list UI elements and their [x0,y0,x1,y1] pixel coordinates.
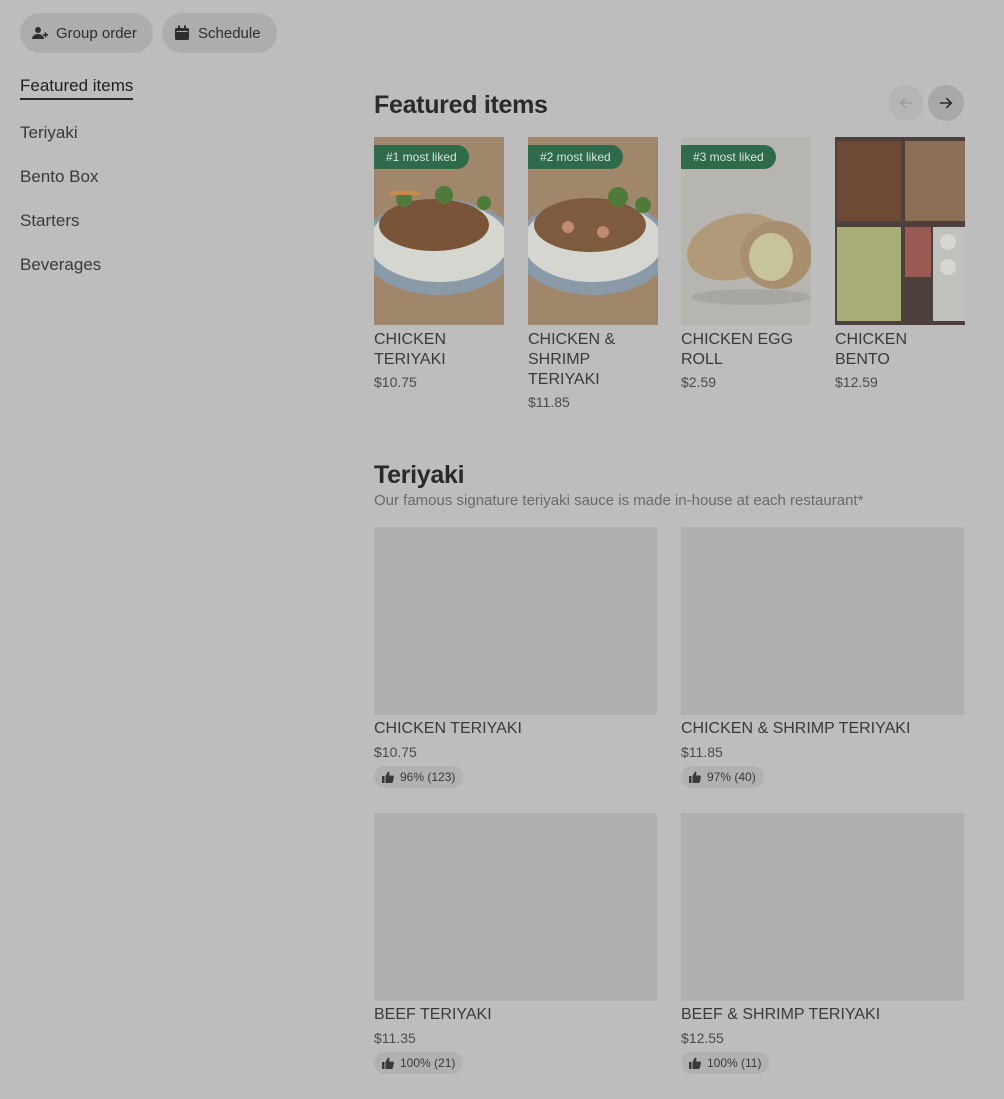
item-price: $11.85 [528,394,570,410]
bento-box-image [835,137,965,325]
sidebar-item-featured[interactable]: Featured items [20,76,134,100]
teriyaki-subtitle: Our famous signature teriyaki sauce is m… [374,492,864,509]
item-price: $2.59 [681,374,717,390]
item-name: CHICKEN EGG ROLL [681,331,794,368]
featured-item-card[interactable]: #1 most liked CHICKEN TERIYAKI $10.75 [374,137,504,390]
arrow-left-icon [899,97,912,109]
item-price: $11.85 [681,744,723,760]
item-price: $10.75 [374,374,417,390]
add-person-icon [32,27,48,39]
group-order-label: Group order [56,24,137,42]
featured-item-card[interactable]: CHICKEN BENTO $12.59 [835,137,965,390]
item-name: CHICKEN & SHRIMP TERIYAKI [681,720,911,737]
most-liked-badge: #1 most liked [374,145,469,169]
item-name: CHICKEN TERIYAKI [374,331,447,368]
featured-item-card[interactable]: #2 most liked CHICKEN & SHRIMP TERIYAKI … [528,137,658,410]
item-price: $10.75 [374,744,417,760]
item-image-placeholder [681,813,964,1001]
menu-item-card[interactable]: BEEF TERIYAKI $11.35 100% (21) [374,813,657,1074]
food-image: #3 most liked [681,137,811,325]
most-liked-badge: #3 most liked [681,145,776,169]
carousel-next-button[interactable] [928,85,964,121]
rating-badge: 100% (21) [374,1052,464,1074]
item-name: CHICKEN & SHRIMP TERIYAKI [528,331,616,388]
sidebar-item-bento-box[interactable]: Bento Box [20,167,98,187]
sidebar-item-beverages[interactable]: Beverages [20,255,101,275]
food-image: #1 most liked [374,137,504,325]
rating-badge: 100% (11) [681,1052,770,1074]
item-price: $11.35 [374,1030,416,1046]
menu-item-card[interactable]: BEEF & SHRIMP TERIYAKI $12.55 100% (11) [681,813,964,1074]
rating-text: 96% (123) [400,770,456,784]
item-image-placeholder [681,527,964,715]
item-image-placeholder [374,527,657,715]
thumbs-up-icon [689,771,701,783]
item-name: BEEF TERIYAKI [374,1006,492,1023]
schedule-label: Schedule [198,24,261,42]
rating-badge: 97% (40) [681,766,764,788]
featured-title: Featured items [374,91,548,119]
food-image [835,137,965,325]
rating-text: 100% (21) [400,1056,456,1070]
calendar-icon [175,25,189,40]
item-name: CHICKEN TERIYAKI [374,720,522,737]
thumbs-up-icon [689,1057,701,1069]
sidebar-item-teriyaki[interactable]: Teriyaki [20,123,78,143]
item-price: $12.55 [681,1030,724,1046]
most-liked-badge: #2 most liked [528,145,623,169]
item-image-placeholder [374,813,657,1001]
carousel-prev-button[interactable] [888,85,924,121]
group-order-button[interactable]: Group order [20,13,153,53]
menu-item-card[interactable]: CHICKEN & SHRIMP TERIYAKI $11.85 97% (40… [681,527,964,788]
rating-badge: 96% (123) [374,766,464,788]
featured-item-card[interactable]: #3 most liked CHICKEN EGG ROLL $2.59 [681,137,811,390]
teriyaki-title: Teriyaki [374,461,465,489]
schedule-button[interactable]: Schedule [162,13,277,53]
thumbs-up-icon [382,1057,394,1069]
food-image: #2 most liked [528,137,658,325]
arrow-right-icon [940,97,953,109]
item-name: CHICKEN BENTO [835,331,908,368]
sidebar-item-starters[interactable]: Starters [20,211,80,231]
rating-text: 100% (11) [707,1056,762,1070]
item-name: BEEF & SHRIMP TERIYAKI [681,1006,881,1023]
item-price: $12.59 [835,374,878,390]
menu-item-card[interactable]: CHICKEN TERIYAKI $10.75 96% (123) [374,527,657,788]
thumbs-up-icon [382,771,394,783]
rating-text: 97% (40) [707,770,756,784]
